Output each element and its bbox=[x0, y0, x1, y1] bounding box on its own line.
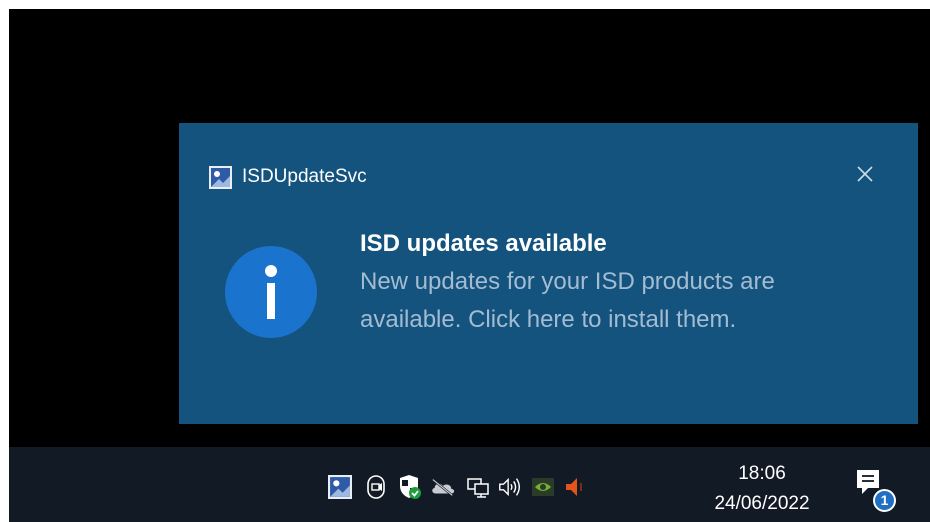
windows-security-tray-icon[interactable] bbox=[396, 474, 422, 500]
desktop-background: ISDUpdateSvc ISD updates available New u… bbox=[9, 9, 930, 522]
info-icon bbox=[225, 246, 317, 338]
toast-header: ISDUpdateSvc bbox=[209, 163, 367, 191]
nvidia-icon bbox=[532, 478, 554, 496]
toast-title: ISD updates available bbox=[360, 230, 607, 257]
volume-tray-icon[interactable] bbox=[497, 474, 523, 500]
clock-date: 24/06/2022 bbox=[714, 493, 810, 514]
close-icon bbox=[857, 166, 873, 182]
volume-icon bbox=[499, 477, 520, 497]
speaker-muted-icon bbox=[566, 478, 582, 496]
toast-message: New updates for your ISD products are av… bbox=[360, 268, 775, 333]
taskbar-clock[interactable]: 18:06 24/06/2022 bbox=[697, 459, 827, 519]
meet-now-tray-icon[interactable] bbox=[363, 474, 389, 500]
windows-security-icon bbox=[400, 475, 421, 499]
action-center-button[interactable]: 1 bbox=[854, 467, 896, 513]
clock-time: 18:06 bbox=[738, 463, 786, 484]
isd-app-icon bbox=[209, 165, 232, 189]
network-tray-icon[interactable] bbox=[465, 474, 491, 500]
toast-close-button[interactable] bbox=[852, 161, 878, 187]
isd-update-tray-icon[interactable] bbox=[327, 474, 353, 500]
toast-notification[interactable]: ISDUpdateSvc ISD updates available New u… bbox=[179, 123, 918, 424]
toast-body: ISD updates available New updates for yo… bbox=[360, 227, 880, 339]
toast-app-name: ISDUpdateSvc bbox=[242, 166, 367, 187]
taskbar: 18:06 24/06/2022 1 bbox=[9, 447, 930, 522]
speaker-muted-tray-icon[interactable] bbox=[562, 474, 588, 500]
network-icon bbox=[467, 478, 489, 498]
nvidia-tray-icon[interactable] bbox=[530, 474, 556, 500]
onedrive-icon bbox=[432, 478, 455, 497]
isd-update-icon bbox=[328, 475, 352, 499]
notification-count-badge: 1 bbox=[873, 489, 896, 512]
meet-now-icon bbox=[367, 475, 385, 499]
onedrive-tray-icon[interactable] bbox=[430, 474, 456, 500]
